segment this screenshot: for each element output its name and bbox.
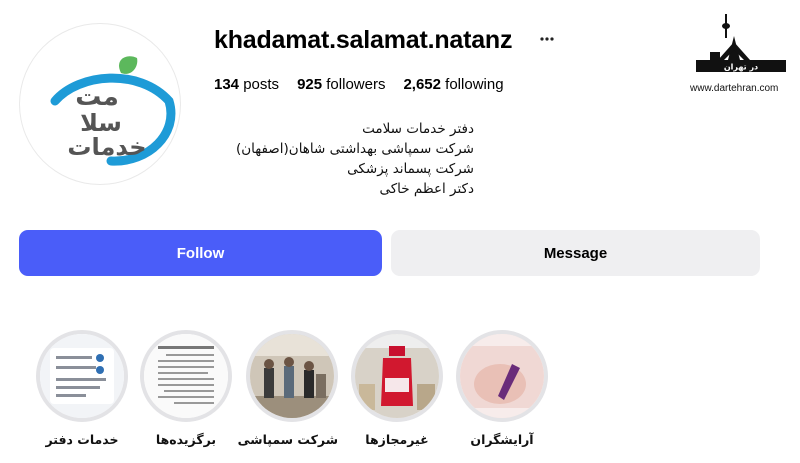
highlight-label: خدمات دفتر [45, 432, 119, 447]
profile-username: khadamat.salamat.natanz [214, 26, 513, 54]
posts-stat: 134 posts [214, 76, 280, 93]
highlight-label: غیرمجازها [365, 432, 429, 447]
highlight-thumbnail [36, 330, 128, 422]
highlight-label: شرکت سمپاشی [237, 432, 338, 447]
story-highlight[interactable]: خدمات دفتر [36, 330, 128, 447]
bio-line: دفتر خدمات سلامت [362, 121, 474, 137]
follow-button[interactable]: Follow [19, 230, 382, 276]
highlight-label: برگزیده‌ها [155, 432, 217, 447]
highlight-label: آرایشگران [470, 432, 534, 447]
more-horizontal-icon[interactable] [539, 35, 555, 43]
following-stat[interactable]: 2,652 following [403, 76, 503, 93]
profile-stats: 134 posts 925 followers 2,652 following [214, 76, 504, 93]
bio-line: دکتر اعظم خاکی [379, 181, 474, 197]
bio-line: شرکت پسماند پزشکی [347, 161, 474, 177]
salamat-logo-icon: مت سلا خدمات [50, 56, 176, 166]
svg-text:خدمات: خدمات [67, 133, 146, 161]
story-highlight[interactable]: آرایشگران [456, 330, 548, 447]
highlight-thumbnail [246, 330, 338, 422]
bio-line: شرکت سمپاشی بهداشتی شاهان(اصفهان) [235, 141, 474, 157]
followers-stat[interactable]: 925 followers [297, 76, 385, 93]
story-highlight[interactable]: برگزیده‌ها [140, 330, 232, 447]
story-highlight[interactable]: غیرمجازها [351, 330, 443, 447]
svg-text:در تهران: در تهران [724, 63, 758, 72]
dartehran-watermark-logo: در تهران [696, 14, 786, 72]
highlight-thumbnail [140, 330, 232, 422]
highlight-thumbnail [351, 330, 443, 422]
profile-bio: دفتر خدمات سلامت شرکت سمپاشی بهداشتی شاه… [214, 119, 474, 199]
message-button[interactable]: Message [391, 230, 760, 276]
story-highlight[interactable]: شرکت سمپاشی [237, 330, 338, 447]
watermark-url: www.dartehran.com [690, 83, 779, 94]
highlight-thumbnail [456, 330, 548, 422]
profile-avatar[interactable]: مت سلا خدمات [19, 23, 181, 185]
svg-text:مت: مت [75, 82, 119, 112]
